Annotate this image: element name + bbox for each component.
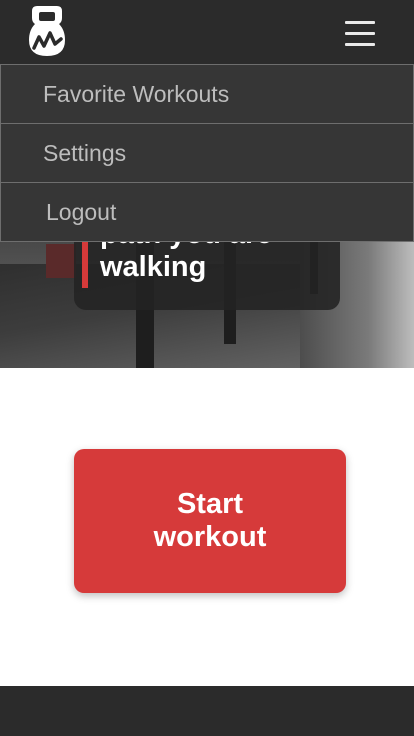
menu-item-logout[interactable]: Logout [1, 183, 413, 242]
hamburger-menu-icon[interactable] [340, 16, 380, 50]
menu-item-favorite-workouts[interactable]: Favorite Workouts [1, 65, 413, 124]
app-footer [0, 686, 414, 736]
kettlebell-logo-icon[interactable] [28, 4, 66, 58]
app-header [0, 0, 414, 64]
hero-post [46, 244, 76, 278]
nav-dropdown: Favorite Workouts Settings Logout [0, 64, 414, 242]
start-workout-button[interactable]: Start workout [74, 449, 346, 593]
app-page: path you are walking Favorite Workouts S… [0, 0, 414, 736]
quote-accent-bar [82, 234, 88, 288]
menu-item-settings[interactable]: Settings [1, 124, 413, 183]
